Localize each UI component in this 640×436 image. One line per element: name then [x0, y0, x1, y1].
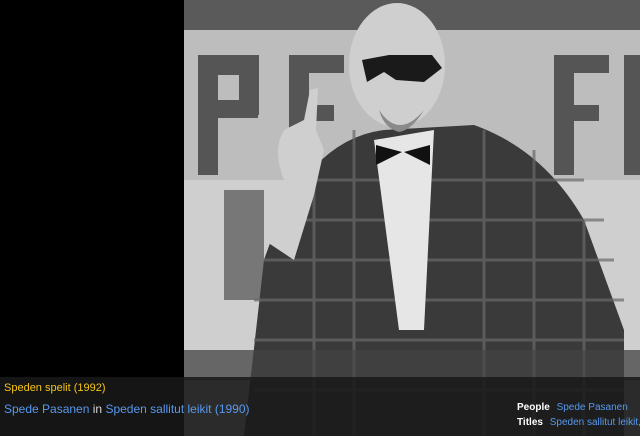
gallery-title[interactable]: Speden spelit (1992)	[4, 382, 106, 394]
people-link[interactable]: Spede Pasanen	[557, 402, 628, 413]
titles-label: Titles	[517, 417, 543, 428]
people-label: People	[517, 402, 550, 413]
gallery-photo[interactable]	[184, 0, 640, 436]
photo-caption: Spede Pasanen in Speden sallitut leikit …	[4, 402, 250, 416]
media-viewer: Speden spelit (1992) Spede Pasanen in Sp…	[0, 0, 640, 436]
photo-image	[184, 0, 640, 436]
caption-connector: in	[92, 402, 103, 416]
people-row: People Spede Pasanen	[517, 402, 628, 413]
titles-row: Titles Speden sallitut leikit,	[517, 417, 640, 428]
caption-person-link[interactable]: Spede Pasanen	[4, 402, 89, 416]
titles-link[interactable]: Speden sallitut leikit,	[550, 417, 640, 428]
caption-title-link[interactable]: Speden sallitut leikit (1990)	[105, 402, 249, 416]
